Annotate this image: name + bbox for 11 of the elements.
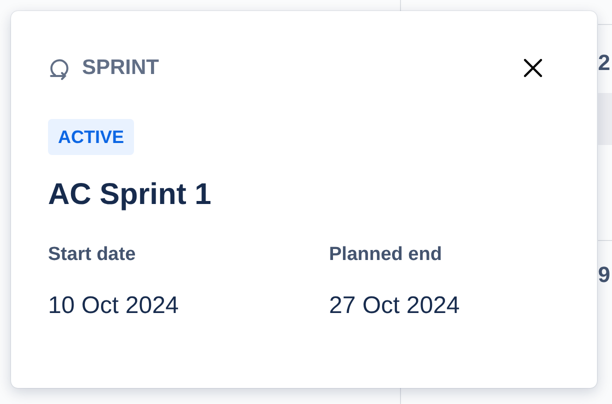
status-badge: ACTIVE bbox=[48, 119, 134, 155]
field-value: 27 Oct 2024 bbox=[329, 291, 461, 321]
board-cell-text: 9 bbox=[598, 262, 610, 288]
sprint-type-label: SPRINT bbox=[82, 56, 160, 80]
sprint-title: AC Sprint 1 bbox=[48, 177, 212, 213]
field-label: Start date bbox=[48, 243, 137, 267]
close-button[interactable] bbox=[521, 56, 545, 80]
board-cell-text: 2 bbox=[598, 50, 610, 76]
field-label: Planned end bbox=[329, 243, 443, 267]
field-value: 10 Oct 2024 bbox=[48, 291, 180, 321]
board-row-highlight bbox=[598, 93, 612, 145]
